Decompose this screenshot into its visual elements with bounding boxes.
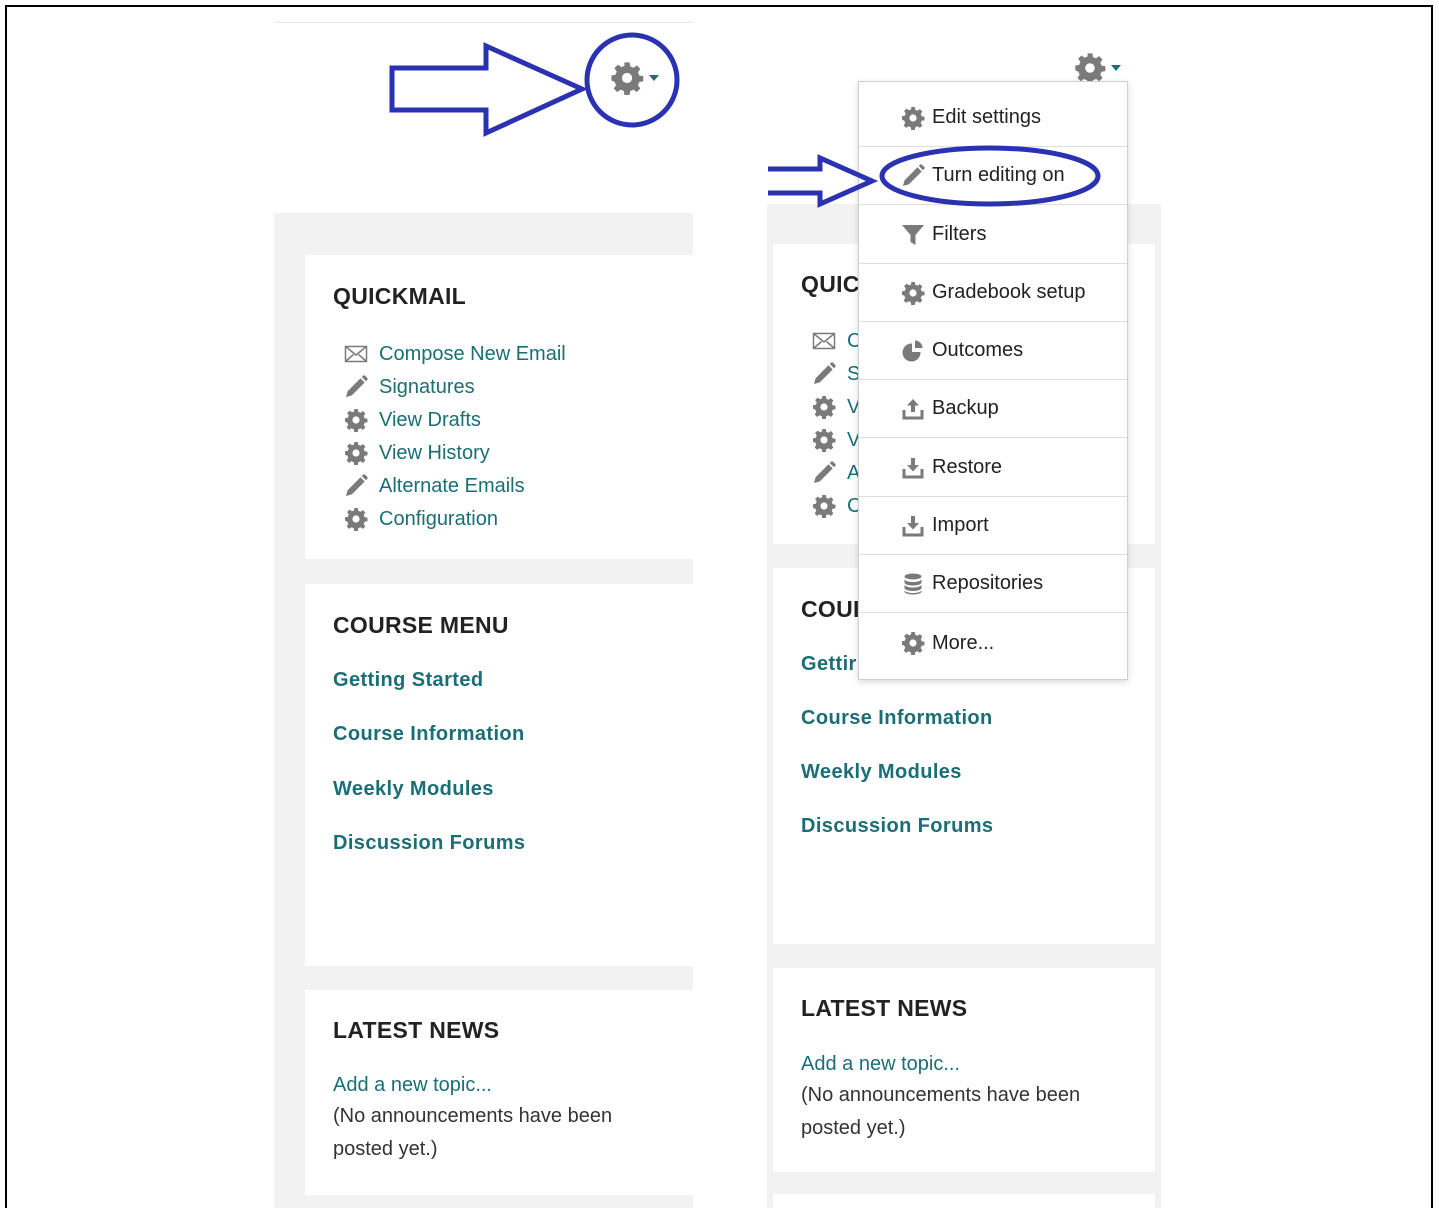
envelope-icon: [812, 329, 836, 353]
course-menu-link-getting-started[interactable]: Getting Started: [333, 669, 483, 692]
upload-icon: [901, 397, 925, 421]
latest-news-title: LATEST NEWS: [333, 1017, 500, 1043]
gear-icon: [901, 106, 925, 130]
menu-item-filters[interactable]: Filters: [859, 206, 1127, 264]
quickmail-item-view-drafts[interactable]: View Drafts: [343, 405, 481, 435]
pie-chart-icon: [901, 339, 925, 363]
course-settings-menu: Edit settings Turn editing on Filters Gr…: [858, 81, 1128, 680]
pencil-icon: [812, 461, 836, 485]
menu-item-label: Import: [932, 514, 989, 536]
course-menu-link-getting-started[interactable]: Gettir: [801, 653, 857, 676]
quickmail-item-alternate-emails[interactable]: Alternate Emails: [343, 471, 525, 501]
menu-item-import[interactable]: Import: [859, 497, 1127, 555]
gear-icon: [344, 408, 368, 432]
gear-icon: [901, 631, 925, 655]
menu-item-turn-editing-on[interactable]: Turn editing on: [859, 147, 1127, 205]
menu-item-backup[interactable]: Backup: [859, 380, 1127, 438]
menu-item-label: Gradebook setup: [932, 281, 1086, 303]
latest-news-block: LATEST NEWS Add a new topic... (No annou…: [773, 968, 1155, 1172]
menu-item-more[interactable]: More...: [859, 614, 1127, 672]
quickmail-item-label: Signatures: [379, 375, 475, 398]
course-menu-link-course-information[interactable]: Course Information: [333, 723, 525, 746]
gear-icon: [901, 281, 925, 305]
chevron-down-icon: [1111, 65, 1121, 71]
quickmail-item-view-history[interactable]: View History: [343, 438, 490, 468]
menu-item-edit-settings[interactable]: Edit settings: [859, 89, 1127, 147]
menu-item-outcomes[interactable]: Outcomes: [859, 322, 1127, 380]
no-announcements-text: (No announcements have been posted yet.): [801, 1084, 1081, 1139]
course-menu-title: COUI: [801, 596, 860, 622]
course-menu-link-weekly-modules[interactable]: Weekly Modules: [333, 778, 494, 801]
quickmail-title: QUIC: [801, 271, 860, 297]
menu-item-label: Turn editing on: [932, 164, 1065, 186]
menu-item-label: More...: [932, 631, 995, 654]
menu-item-label: Restore: [932, 456, 1003, 478]
quickmail-item-label: Alternate Emails: [379, 474, 525, 497]
add-new-topic-link[interactable]: Add a new topic...: [333, 1074, 492, 1097]
left-header-area: [274, 23, 693, 213]
gear-icon: [344, 507, 368, 531]
screenshot-frame: [5, 5, 1433, 1208]
quickmail-item[interactable]: C: [811, 491, 861, 521]
menu-item-repositories[interactable]: Repositories: [859, 555, 1127, 613]
pencil-icon: [901, 164, 925, 188]
menu-item-label: Outcomes: [932, 339, 1024, 361]
quickmail-item-signatures[interactable]: Signatures: [343, 372, 475, 402]
download-icon: [901, 514, 925, 538]
menu-item-gradebook-setup[interactable]: Gradebook setup: [859, 264, 1127, 322]
no-announcements-text: (No announcements have been posted yet.): [333, 1105, 613, 1160]
course-menu-link-weekly-modules[interactable]: Weekly Modules: [801, 761, 962, 784]
quickmail-title: QUICKMAIL: [333, 283, 467, 309]
pencil-icon: [812, 362, 836, 386]
menu-item-label: Edit settings: [932, 106, 1041, 128]
course-menu-link-course-information[interactable]: Course Information: [801, 707, 993, 730]
pencil-icon: [344, 375, 368, 399]
gear-icon: [812, 428, 836, 452]
quickmail-item[interactable]: S: [811, 359, 860, 389]
envelope-icon: [344, 342, 368, 366]
gear-icon: [812, 494, 836, 518]
menu-item-restore[interactable]: Restore: [859, 439, 1127, 497]
menu-item-label: Backup: [932, 397, 999, 419]
quickmail-item-configuration[interactable]: Configuration: [343, 504, 498, 534]
gear-icon: [812, 395, 836, 419]
left-sidebar: QUICKMAIL Compose New Email Signatures V…: [274, 213, 693, 1208]
quickmail-block: QUICKMAIL Compose New Email Signatures V…: [305, 255, 693, 559]
gear-icon: [1074, 52, 1106, 84]
course-settings-cog[interactable]: [1074, 52, 1121, 84]
quickmail-item-label: View Drafts: [379, 408, 481, 431]
course-menu-link-discussion-forums[interactable]: Discussion Forums: [333, 832, 525, 855]
quickmail-item-compose[interactable]: Compose New Email: [343, 339, 566, 369]
course-menu-link-discussion-forums[interactable]: Discussion Forums: [801, 815, 993, 838]
menu-item-label: Repositories: [932, 572, 1044, 594]
add-new-topic-link[interactable]: Add a new topic...: [801, 1053, 960, 1076]
filter-icon: [901, 223, 925, 247]
quickmail-item-label: View History: [379, 441, 490, 464]
course-settings-cog[interactable]: [610, 61, 659, 95]
quickmail-item-label: Compose New Email: [379, 342, 566, 365]
download-icon: [901, 456, 925, 480]
gear-icon: [344, 441, 368, 465]
quickmail-item[interactable]: A: [811, 458, 860, 488]
pencil-icon: [344, 474, 368, 498]
quickmail-item[interactable]: C: [811, 326, 861, 356]
course-menu-block: COURSE MENU Getting Started Course Infor…: [305, 584, 693, 966]
left-panel: QUICKMAIL Compose New Email Signatures V…: [274, 22, 693, 1208]
chevron-down-icon: [649, 75, 659, 81]
gear-icon: [610, 61, 644, 95]
quickmail-item[interactable]: V: [811, 425, 860, 455]
quickmail-item-label: Configuration: [379, 507, 498, 530]
course-menu-title: COURSE MENU: [333, 612, 509, 638]
menu-item-label: Filters: [932, 223, 987, 245]
quickmail-item[interactable]: V: [811, 392, 860, 422]
latest-news-title: LATEST NEWS: [801, 995, 968, 1021]
next-block: [773, 1194, 1155, 1208]
latest-news-block: LATEST NEWS Add a new topic... (No annou…: [305, 990, 693, 1195]
database-icon: [901, 572, 925, 596]
